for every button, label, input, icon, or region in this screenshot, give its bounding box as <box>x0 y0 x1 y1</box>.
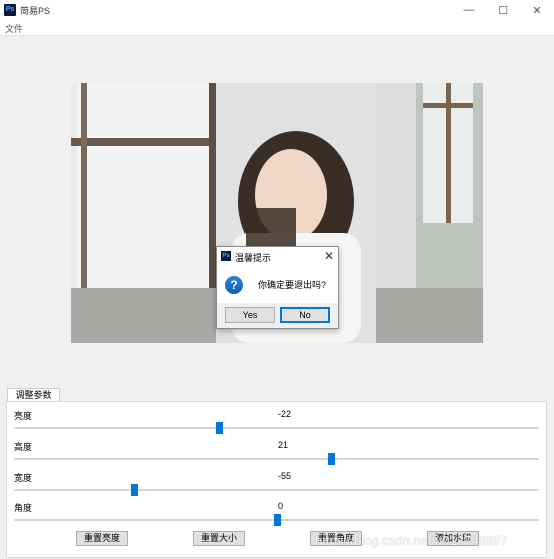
maximize-icon: ☐ <box>498 4 508 17</box>
brightness-slider-handle[interactable] <box>216 422 223 434</box>
height-value: 21 <box>278 440 289 450</box>
minimize-icon: — <box>463 4 475 16</box>
minimize-button[interactable]: — <box>452 0 486 20</box>
window-title: 简易PS <box>20 6 51 16</box>
brightness-slider-track[interactable] <box>14 427 539 429</box>
close-icon: ✕ <box>532 4 542 17</box>
width-slider-track[interactable] <box>14 489 539 491</box>
angle-label: 角度 <box>14 503 33 513</box>
menu-bar: 文件 <box>0 20 554 36</box>
dialog-footer: Yes No <box>217 303 338 328</box>
tab-adjust-params[interactable]: 调整参数 <box>7 388 60 402</box>
dialog-close-icon[interactable]: ✕ <box>324 249 334 263</box>
maximize-button[interactable]: ☐ <box>486 0 520 20</box>
reset-brightness-button[interactable]: 重置亮度 <box>76 531 128 546</box>
app-icon: Ps <box>4 4 16 16</box>
width-value: -55 <box>278 471 292 481</box>
dialog-title-bar: Ps 温馨提示 ✕ <box>217 247 338 265</box>
width-label: 宽度 <box>14 473 33 483</box>
dialog-message: 你确定要退出吗? <box>258 280 327 290</box>
brightness-value: -22 <box>278 409 292 419</box>
height-slider-handle[interactable] <box>328 453 335 465</box>
angle-slider-handle[interactable] <box>274 514 281 526</box>
close-button[interactable]: ✕ <box>520 0 554 20</box>
no-button[interactable]: No <box>280 307 330 323</box>
height-label: 高度 <box>14 442 33 452</box>
reset-angle-button[interactable]: 重置角度 <box>310 531 362 546</box>
menu-file[interactable]: 文件 <box>5 22 23 35</box>
brightness-label: 亮度 <box>14 411 33 421</box>
question-icon: ? <box>225 276 243 294</box>
dialog-title: 温馨提示 <box>235 253 272 263</box>
angle-value: 0 <box>278 501 284 511</box>
title-bar: Ps 简易PS — ☐ ✕ <box>0 0 554 20</box>
yes-button[interactable]: Yes <box>225 307 275 323</box>
height-slider-track[interactable] <box>14 458 539 460</box>
reset-size-button[interactable]: 重置大小 <box>193 531 245 546</box>
width-slider-handle[interactable] <box>131 484 138 496</box>
confirm-dialog: Ps 温馨提示 ✕ ? 你确定要退出吗? Yes No <box>216 246 339 329</box>
dialog-app-icon: Ps <box>221 251 231 261</box>
add-watermark-button[interactable]: 添加水印 <box>427 531 479 546</box>
